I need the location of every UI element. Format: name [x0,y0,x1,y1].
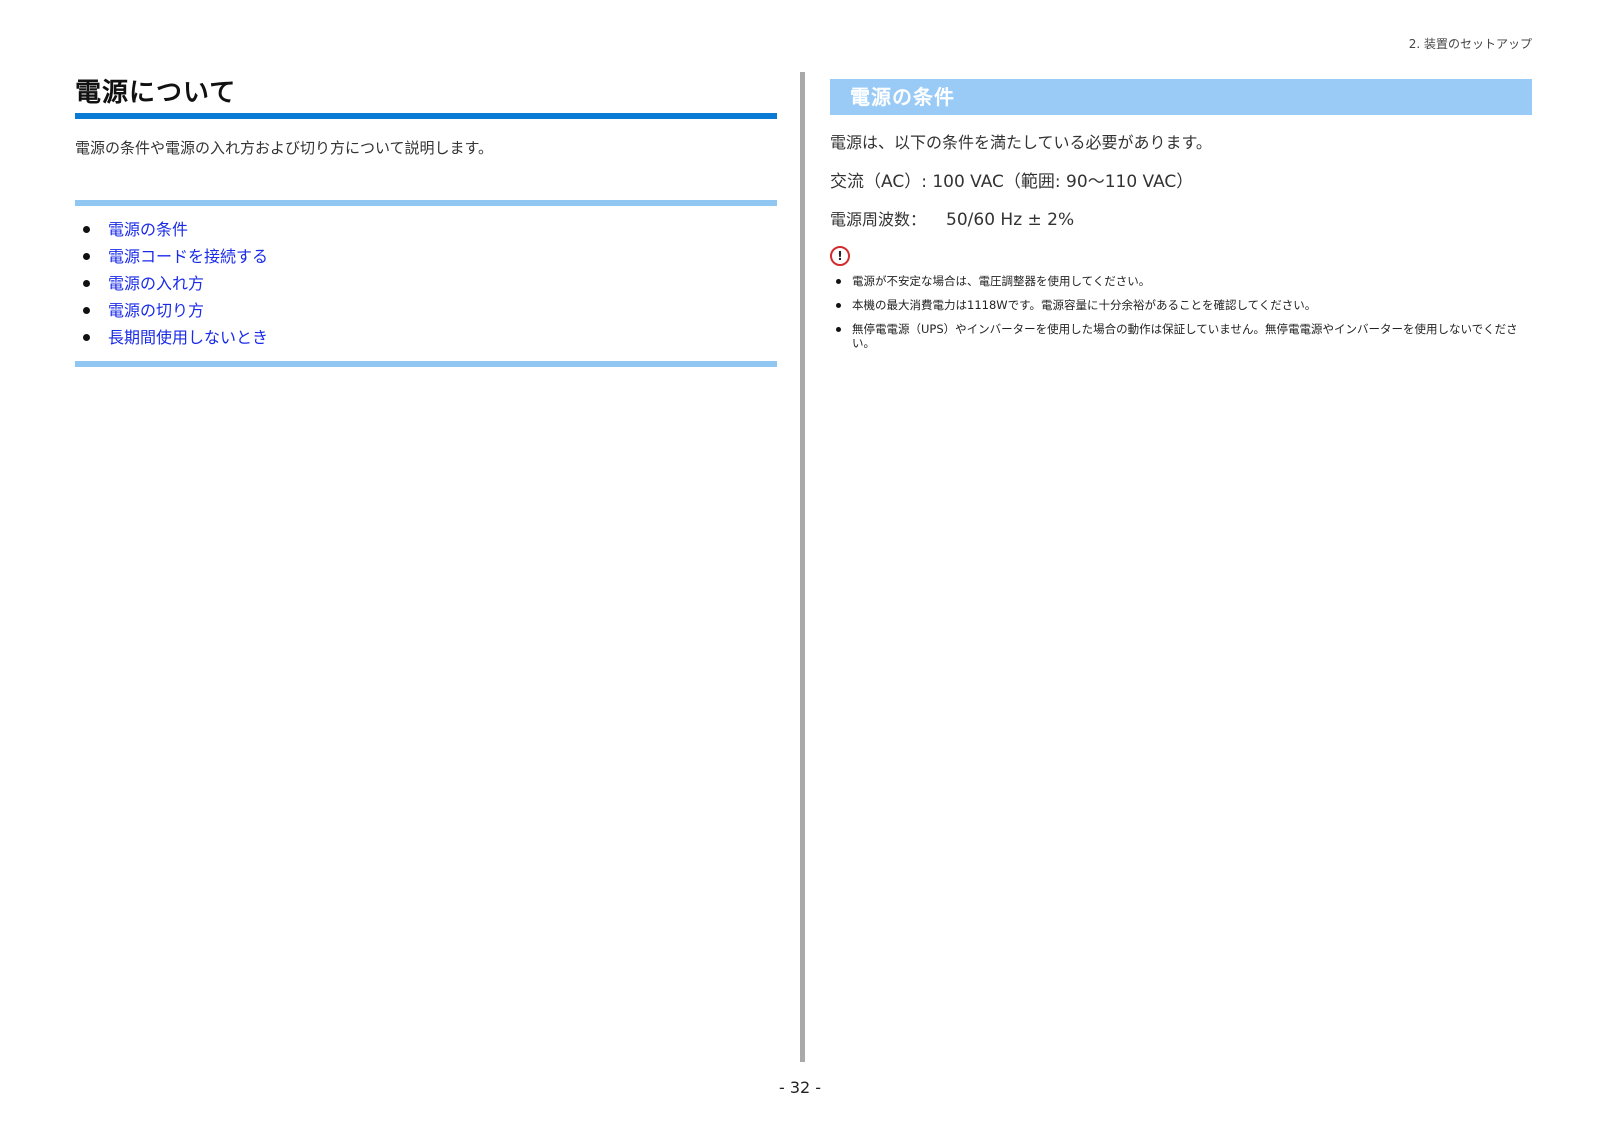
notice-text: 無停電電源（UPS）やインバーターを使用した場合の動作は保証していません。無停電… [852,322,1518,350]
notice-text: 電源が不安定な場合は、電圧調整器を使用してください。 [852,274,1151,288]
intro-text: 電源の条件や電源の入れ方および切り方について説明します。 [75,139,494,157]
bullet-icon [836,327,841,332]
bullet-icon [83,253,90,260]
toc-item: 電源コードを接続する [75,243,777,270]
bullet-icon [83,334,90,341]
toc-list: 電源の条件 電源コードを接続する 電源の入れ方 電源の切り方 長期間使用しないと… [75,216,777,351]
section-header: 電源の条件 [830,79,1532,115]
toc-link-power-on[interactable]: 電源の入れ方 [108,274,204,293]
notice-text: 本機の最大消費電力は1118Wです。電源容量に十分余裕があることを確認してくださ… [852,298,1317,312]
toc-link-power-conditions[interactable]: 電源の条件 [108,220,188,239]
bullet-icon [83,226,90,233]
notice-item: 無停電電源（UPS）やインバーターを使用した場合の動作は保証していません。無停電… [830,322,1532,350]
left-column: 電源について 電源の条件や電源の入れ方および切り方について説明します。 電源の条… [75,70,777,367]
title-underline [75,113,777,119]
caution-icon: ! [830,246,850,266]
toc-item: 電源の入れ方 [75,270,777,297]
frequency-spec: 電源周波数： 50/60 Hz ± 2% [830,206,1532,230]
toc-link-long-term-nonuse[interactable]: 長期間使用しないとき [108,328,268,347]
frequency-value: 50/60 Hz ± 2% [946,210,1075,230]
bullet-icon [836,279,841,284]
chapter-header: 2. 装置のセットアップ [1408,37,1532,51]
toc-item: 長期間使用しないとき [75,324,777,351]
toc-item: 電源の条件 [75,216,777,243]
page-title: 電源について [75,78,237,108]
notice-item: 電源が不安定な場合は、電圧調整器を使用してください。 [830,274,1532,288]
column-divider [800,72,805,1062]
toc-box: 電源の条件 電源コードを接続する 電源の入れ方 電源の切り方 長期間使用しないと… [75,200,777,367]
ac-spec: 交流（AC）: 100 VAC（範囲: 90～110 VAC） [830,172,1194,192]
notice-item: 本機の最大消費電力は1118Wです。電源容量に十分余裕があることを確認してくださ… [830,298,1532,312]
bullet-icon [83,307,90,314]
toc-item: 電源の切り方 [75,297,777,324]
toc-link-power-off[interactable]: 電源の切り方 [108,301,204,320]
frequency-label: 電源周波数： [830,210,927,229]
bullet-icon [83,280,90,287]
page-number: - 32 - [778,1078,822,1097]
toc-link-connect-power-cord[interactable]: 電源コードを接続する [108,247,268,266]
section-lead: 電源は、以下の条件を満たしている必要があります。 [830,133,1212,152]
right-column: 電源の条件 電源は、以下の条件を満たしている必要があります。 交流（AC）: 1… [830,79,1532,360]
notice-list: 電源が不安定な場合は、電圧調整器を使用してください。 本機の最大消費電力は111… [830,274,1532,350]
bullet-icon [836,303,841,308]
